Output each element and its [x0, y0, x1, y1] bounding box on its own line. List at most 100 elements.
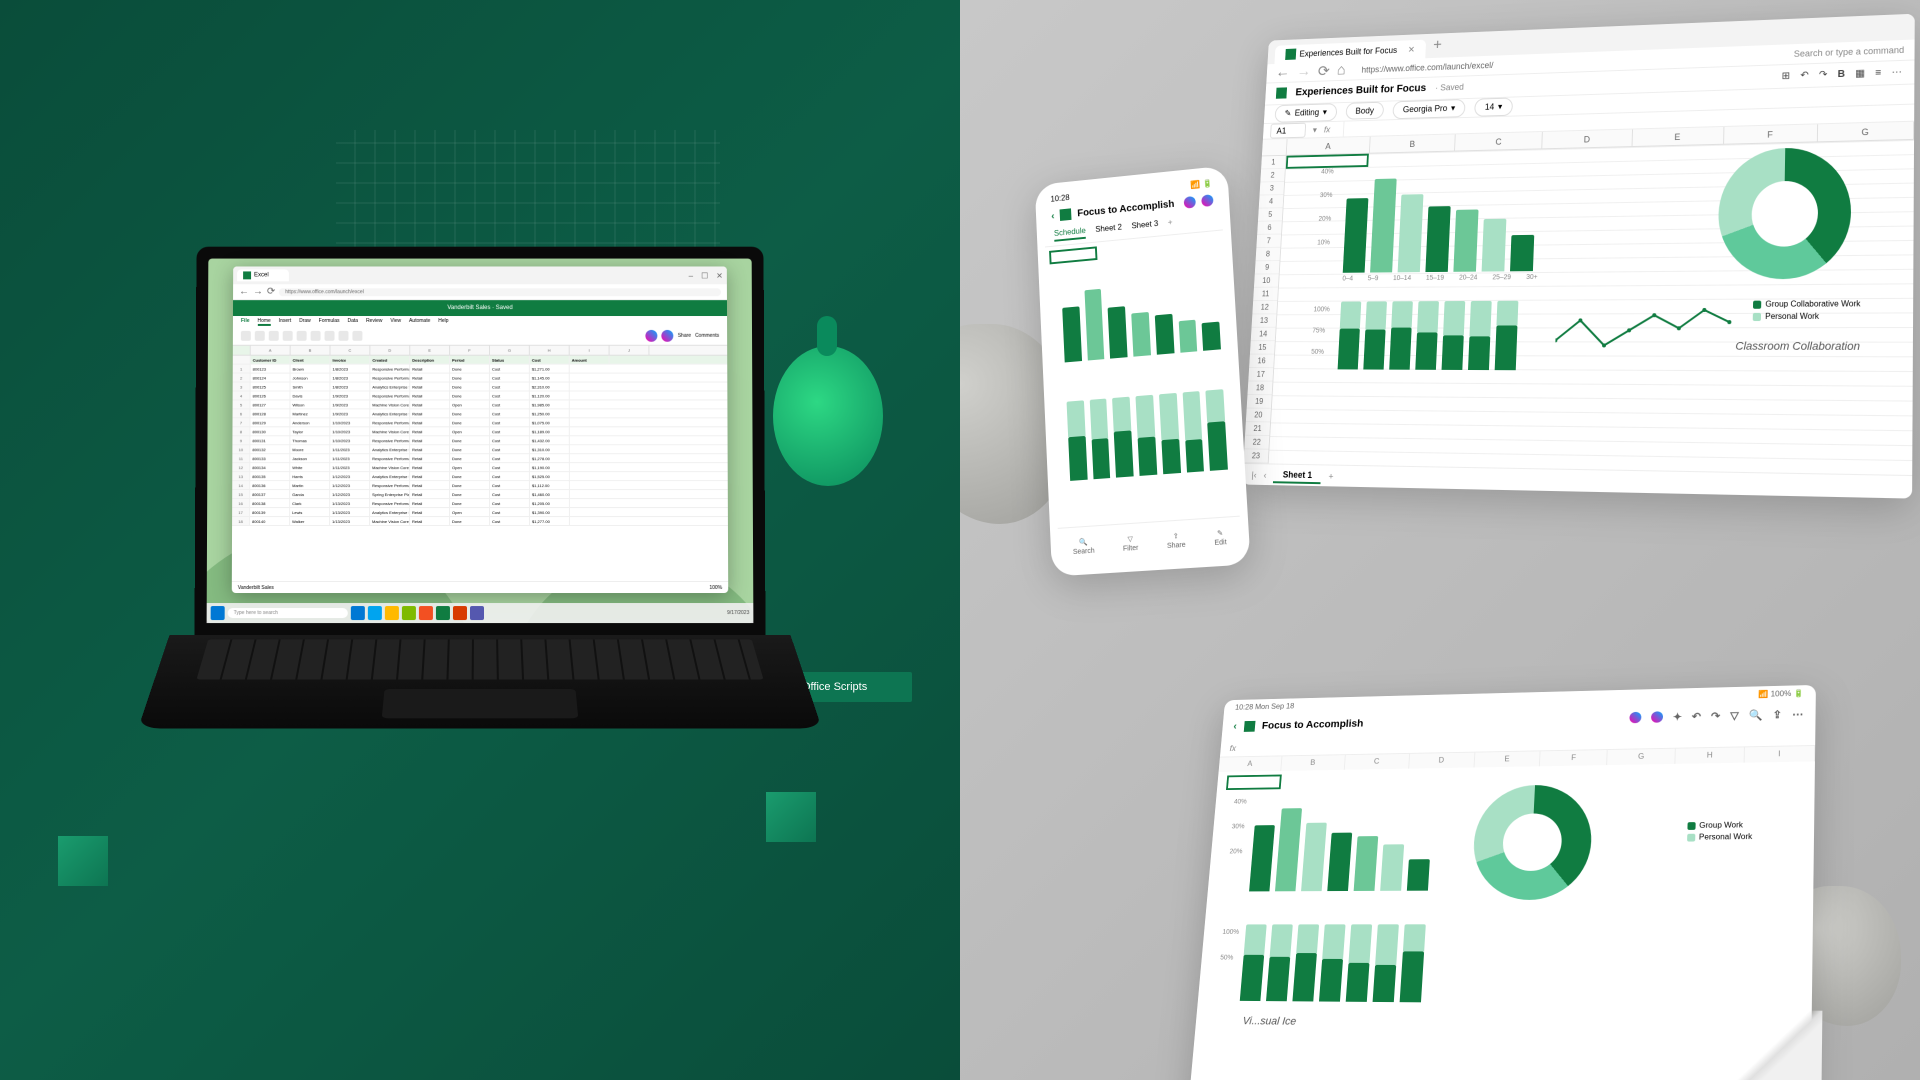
nav-share[interactable]: ⇪Share: [1166, 532, 1186, 550]
row-header[interactable]: 19: [1247, 395, 1272, 409]
new-tab-button[interactable]: +: [1425, 33, 1449, 58]
taskbar-app-icon[interactable]: [419, 606, 433, 620]
sheet-tab[interactable]: Sheet 2: [1095, 223, 1122, 238]
cell[interactable]: Brown: [291, 365, 331, 373]
table-row[interactable]: 12800134White1/11/2023Machine Vision Cor…: [232, 463, 727, 472]
cell[interactable]: Retail: [410, 517, 450, 525]
column-header[interactable]: H: [1676, 747, 1746, 764]
cell[interactable]: $1,310.00: [530, 445, 570, 453]
cell[interactable]: 1/13/2023: [330, 499, 370, 507]
column-header[interactable]: A: [251, 346, 291, 355]
column-header[interactable]: C: [330, 346, 370, 355]
row-header[interactable]: 21: [1245, 422, 1270, 436]
cell[interactable]: $1,205.00: [530, 499, 570, 507]
cell[interactable]: Retail: [410, 508, 450, 516]
row-header[interactable]: 18: [1247, 381, 1272, 395]
bold-icon[interactable]: [269, 331, 279, 341]
align-icon[interactable]: ≡: [1875, 68, 1881, 79]
filter-icon[interactable]: ▽: [1730, 709, 1739, 721]
cell[interactable]: Cost: [490, 499, 530, 507]
cell[interactable]: Responsive Performance Cloud: [370, 436, 410, 444]
fill-icon[interactable]: ▦: [1855, 68, 1865, 79]
back-icon[interactable]: ←: [239, 286, 249, 297]
cell[interactable]: $1,460.00: [530, 490, 570, 498]
column-header[interactable]: F: [1724, 124, 1818, 143]
cell[interactable]: $1,112.00: [530, 481, 570, 489]
cell-selection[interactable]: [1286, 154, 1369, 169]
ribbon-tab[interactable]: Help: [438, 318, 448, 326]
cell[interactable]: Smith: [290, 383, 330, 391]
cell[interactable]: 9: [232, 436, 250, 444]
table-row[interactable]: 3800125Smith1/8/2023Analytics Enterprise…: [233, 383, 728, 392]
column-header[interactable]: A: [1287, 137, 1371, 155]
column-header[interactable]: D: [1409, 753, 1475, 769]
table-row[interactable]: 11800133Jackson1/11/2023Responsive Perfo…: [232, 454, 727, 463]
cell[interactable]: Retail: [410, 463, 450, 471]
cell[interactable]: Cost: [490, 409, 530, 417]
ribbon-tab[interactable]: Draw: [299, 318, 311, 326]
column-header[interactable]: A: [1219, 756, 1283, 772]
cell[interactable]: 800132: [250, 445, 290, 453]
cell[interactable]: $1,145.00: [530, 374, 570, 382]
cell[interactable]: Cost: [490, 436, 530, 444]
cell[interactable]: Cost: [490, 508, 530, 516]
table-row[interactable]: 8800130Taylor1/10/2023Machine Vision Cor…: [232, 427, 727, 436]
header-cell[interactable]: Description: [410, 356, 450, 364]
font-size-select[interactable]: 14 ▾: [1474, 98, 1513, 117]
cell[interactable]: Responsive Performance Cloud DT-Pro: [370, 365, 410, 373]
cell[interactable]: 13: [232, 472, 250, 480]
cell[interactable]: 800140: [250, 517, 290, 525]
refresh-icon[interactable]: ⟳: [267, 286, 275, 297]
cell[interactable]: 800127: [251, 400, 291, 408]
cell[interactable]: 1/8/2023: [330, 383, 370, 391]
cell[interactable]: 4: [233, 391, 251, 399]
fill-icon[interactable]: [297, 331, 307, 341]
close-tab-icon[interactable]: ✕: [1408, 44, 1415, 55]
sheet-tab[interactable]: Schedule: [1054, 226, 1086, 242]
url-input[interactable]: https://www.office.com/launch/excel: [279, 288, 721, 296]
cell[interactable]: Cost: [490, 463, 530, 471]
taskbar-app-icon[interactable]: [470, 606, 484, 620]
paste-icon[interactable]: [241, 331, 251, 341]
table-row[interactable]: 10800132Moore1/11/2023Analytics Enterpri…: [232, 445, 727, 454]
header-cell[interactable]: Invoice: [330, 356, 370, 364]
table-row[interactable]: 17800139Lewis1/13/2023Analytics Enterpri…: [232, 508, 728, 517]
cell[interactable]: $1,525.00: [530, 472, 570, 480]
cell[interactable]: Analytics Enterprise Suite: [370, 472, 410, 480]
cell[interactable]: 14: [232, 481, 250, 489]
ribbon-tab[interactable]: File: [241, 318, 250, 326]
cell[interactable]: Retail: [410, 454, 450, 462]
cell[interactable]: 800135: [250, 472, 290, 480]
cell-reference[interactable]: A1: [1270, 123, 1306, 139]
ribbon-tab[interactable]: Home: [257, 318, 270, 326]
cell[interactable]: Analytics Enterprise Suite: [370, 409, 410, 417]
column-header[interactable]: H: [530, 346, 570, 355]
cell[interactable]: Cost: [490, 481, 530, 489]
cell[interactable]: 12: [232, 463, 250, 471]
cell[interactable]: 5: [233, 400, 251, 408]
row-header[interactable]: 12: [1252, 301, 1277, 314]
cell[interactable]: Retail: [410, 490, 450, 498]
cell[interactable]: Responsive Performance Cloud: [370, 481, 410, 489]
taskbar-app-icon[interactable]: [368, 606, 382, 620]
table-row[interactable]: 5800127Wilson1/9/2023Machine Vision Core…: [233, 400, 728, 409]
cell[interactable]: 7: [232, 418, 250, 426]
start-button[interactable]: [211, 606, 225, 620]
cell[interactable]: $1,432.00: [530, 436, 570, 444]
cell[interactable]: Walker: [290, 517, 330, 525]
cell[interactable]: Open: [450, 508, 490, 516]
row-header[interactable]: 17: [1248, 368, 1273, 382]
cell[interactable]: 1/11/2023: [330, 445, 370, 453]
cell[interactable]: $1,120.00: [530, 391, 570, 399]
cell[interactable]: Anderson: [290, 418, 330, 426]
column-header[interactable]: F: [1540, 750, 1608, 766]
column-header[interactable]: F: [450, 346, 490, 355]
cell[interactable]: 15: [232, 490, 250, 498]
header-cell[interactable]: Created: [370, 356, 410, 364]
cell[interactable]: Martin: [290, 481, 330, 489]
collab-avatar[interactable]: [1651, 711, 1663, 723]
nav-first-icon[interactable]: |‹: [1251, 470, 1256, 480]
command-search[interactable]: Search or type a command: [1794, 45, 1905, 59]
sheet-canvas[interactable]: 40%30%20%10% 0–45–910–1415–1920–2425–293…: [1269, 140, 1914, 475]
cell[interactable]: 3: [233, 383, 251, 391]
